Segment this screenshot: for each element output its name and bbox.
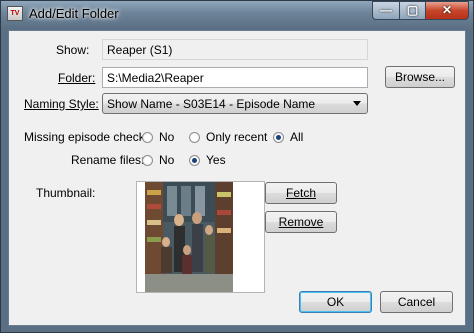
radio-icon <box>142 131 153 143</box>
title-bar[interactable]: TV Add/Edit Folder — ▢ ✕ <box>1 1 473 27</box>
naming-style-value: Show Name - S03E14 - Episode Name <box>107 97 316 111</box>
close-icon: ✕ <box>441 3 453 17</box>
missing-option-no[interactable]: No <box>142 130 174 144</box>
naming-style-select[interactable]: Show Name - S03E14 - Episode Name <box>102 93 368 114</box>
remove-button[interactable]: Remove <box>265 211 337 233</box>
folder-label: Folder: <box>58 71 96 85</box>
cancel-button[interactable]: Cancel <box>380 291 453 313</box>
chevron-down-icon <box>353 101 361 106</box>
missing-option-all[interactable]: All <box>273 130 303 144</box>
radio-icon <box>142 154 153 166</box>
missing-option-only-recent[interactable]: Only recent <box>189 130 267 144</box>
thumbnail-label: Thumbnail: <box>36 186 96 200</box>
naming-style-label: Naming Style: <box>24 97 99 111</box>
caption-buttons: — ▢ ✕ <box>372 1 469 20</box>
ok-button[interactable]: OK <box>299 291 372 313</box>
show-field: Reaper (S1) <box>102 39 368 60</box>
folder-input[interactable]: S:\Media2\Reaper <box>102 67 368 88</box>
thumbnail-box <box>136 181 265 293</box>
radio-selected-icon <box>273 131 284 143</box>
browse-button[interactable]: Browse... <box>385 66 455 88</box>
maximize-icon: ▢ <box>406 3 419 17</box>
add-edit-folder-window: TV Add/Edit Folder — ▢ ✕ Show: Reaper (S… <box>0 0 474 333</box>
fetch-button[interactable]: Fetch <box>265 182 337 204</box>
minimize-button[interactable]: — <box>372 1 399 20</box>
missing-episode-label: Missing episode check: <box>24 130 149 144</box>
window-title: Add/Edit Folder <box>29 6 119 21</box>
close-button[interactable]: ✕ <box>425 1 469 20</box>
dialog-body: Show: Reaper (S1) Folder: S:\Media2\Reap… <box>8 30 466 326</box>
maximize-button[interactable]: ▢ <box>399 1 425 20</box>
show-label: Show: <box>56 43 90 57</box>
radio-selected-icon <box>189 154 200 166</box>
minimize-icon: — <box>380 3 392 17</box>
tv-app-icon: TV <box>7 6 23 21</box>
rename-files-label: Rename files: <box>71 153 145 167</box>
radio-icon <box>189 131 200 143</box>
rename-option-yes[interactable]: Yes <box>189 153 226 167</box>
rename-option-no[interactable]: No <box>142 153 174 167</box>
show-poster-image <box>145 182 233 292</box>
